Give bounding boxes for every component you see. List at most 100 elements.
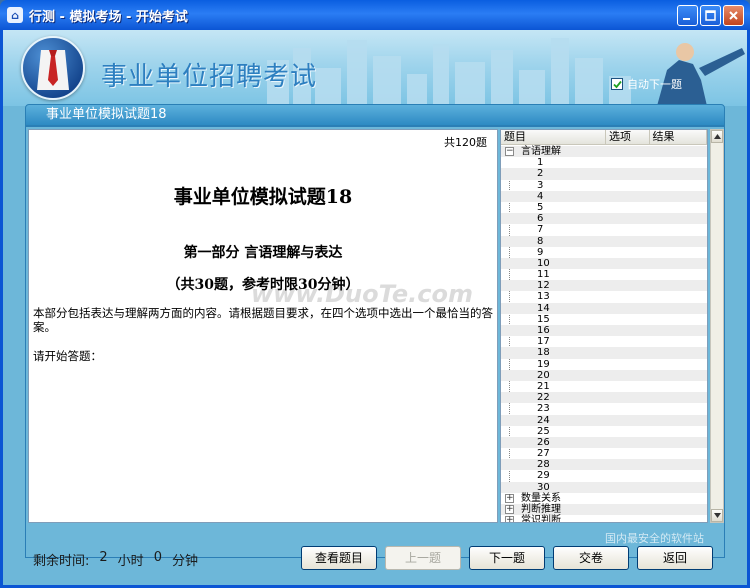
instructions-text: 本部分包括表达与理解两方面的内容。请根据题目要求，在四个选项中选出一个最恰当的答… bbox=[33, 306, 493, 334]
tree-section[interactable]: + 常识判断 bbox=[501, 515, 707, 523]
tree-section[interactable]: + 判断推理 bbox=[501, 504, 707, 516]
expand-icon[interactable]: + bbox=[505, 516, 514, 522]
scroll-down-button[interactable] bbox=[711, 509, 723, 522]
tree-item[interactable]: 13 bbox=[501, 291, 707, 302]
tree-item[interactable]: 14 bbox=[501, 302, 707, 314]
tree-item[interactable]: 11 bbox=[501, 269, 707, 280]
app-logo bbox=[21, 36, 85, 100]
tree-item[interactable]: 22 bbox=[501, 392, 707, 404]
panel-title: 事业单位模拟试题18 bbox=[25, 104, 725, 126]
tree-item[interactable]: 8 bbox=[501, 235, 707, 247]
column-header-result[interactable]: 结果 bbox=[650, 130, 707, 144]
title-bar[interactable]: ⌂ 行测 - 模拟考场 - 开始考试 bbox=[0, 0, 750, 30]
tree-item[interactable]: 26 bbox=[501, 436, 707, 449]
tree-section[interactable]: + 数量关系 bbox=[501, 493, 707, 504]
tree-item-number: 2 bbox=[537, 168, 544, 180]
tree-item-number: 21 bbox=[537, 380, 550, 392]
corner-watermark: 国内最安全的软件站 bbox=[605, 532, 704, 545]
part-title: 第一部分 言语理解与表达 bbox=[183, 245, 343, 261]
tree-section[interactable]: − 言语理解 bbox=[501, 146, 707, 158]
maximize-button[interactable] bbox=[700, 5, 721, 26]
tree-item-number: 8 bbox=[537, 235, 544, 247]
submit-exam-button[interactable]: 交卷 bbox=[553, 546, 629, 570]
tree-item[interactable]: 2 bbox=[501, 168, 707, 180]
column-header-option[interactable]: 选项 bbox=[606, 130, 650, 144]
timer-minutes: 0 bbox=[153, 550, 162, 565]
back-button[interactable]: 返回 bbox=[637, 546, 713, 570]
auto-next-checkbox[interactable] bbox=[611, 78, 623, 90]
prev-question-button[interactable]: 上一题 bbox=[385, 546, 461, 570]
tree-header: 题目 选项 结果 bbox=[501, 130, 707, 145]
expand-icon[interactable]: + bbox=[505, 505, 514, 514]
question-area: 共120题 事业单位模拟试题18 第一部分 言语理解与表达 www.DuoTe.… bbox=[28, 129, 498, 523]
tree-item[interactable]: 3 bbox=[501, 180, 707, 191]
checkmark-icon bbox=[612, 80, 622, 88]
tree-item[interactable]: 15 bbox=[501, 314, 707, 325]
timer-label: 剩余时间: bbox=[33, 554, 90, 569]
tree-item[interactable]: 1 bbox=[501, 157, 707, 168]
tree-item-number: 14 bbox=[537, 302, 550, 314]
collapse-icon[interactable]: − bbox=[505, 147, 514, 156]
tree-item-number: 6 bbox=[537, 213, 544, 225]
tree-item-number: 11 bbox=[537, 269, 550, 281]
tree-item-number: 1 bbox=[537, 157, 544, 169]
tree-item-number: 4 bbox=[537, 190, 544, 202]
column-header-question[interactable]: 题目 bbox=[501, 130, 606, 144]
maximize-icon bbox=[705, 10, 716, 21]
tree-item[interactable]: 24 bbox=[501, 414, 707, 426]
tree-item-number: 23 bbox=[537, 403, 550, 415]
tree-item-number: 5 bbox=[537, 201, 544, 213]
exam-panel: 共120题 事业单位模拟试题18 第一部分 言语理解与表达 www.DuoTe.… bbox=[25, 126, 725, 558]
timer-minutes-unit: 分钟 bbox=[171, 554, 198, 569]
tree-section-label: 数量关系 bbox=[521, 492, 561, 504]
tree-item[interactable]: 12 bbox=[501, 280, 707, 292]
next-question-button[interactable]: 下一题 bbox=[469, 546, 545, 570]
header-banner: 事业单位招聘考试 自动下一题 bbox=[3, 30, 747, 106]
tree-item-number: 12 bbox=[537, 280, 550, 292]
tree-item[interactable]: 30 bbox=[501, 481, 707, 493]
tree-item[interactable]: 18 bbox=[501, 347, 707, 359]
exam-title: 事业单位模拟试题18 bbox=[173, 186, 353, 208]
tree-section-label: 常识判断 bbox=[521, 515, 561, 523]
tree-item[interactable]: 20 bbox=[501, 369, 707, 381]
auto-next-toggle[interactable]: 自动下一题 bbox=[611, 76, 682, 92]
arrow-up-icon bbox=[713, 134, 721, 139]
tree-item[interactable]: 4 bbox=[501, 190, 707, 202]
tree-section-label: 言语理解 bbox=[521, 146, 561, 157]
tree-item[interactable]: 27 bbox=[501, 448, 707, 459]
tree-item-number: 30 bbox=[537, 481, 550, 493]
tree-item-number: 7 bbox=[537, 224, 544, 236]
tree-item-number: 10 bbox=[537, 257, 550, 269]
tree-item[interactable]: 16 bbox=[501, 325, 707, 337]
close-button[interactable] bbox=[723, 5, 744, 26]
tree-item-number: 26 bbox=[537, 436, 550, 448]
tree-item[interactable]: 9 bbox=[501, 247, 707, 258]
close-icon bbox=[729, 11, 738, 20]
tree-item-number: 24 bbox=[537, 414, 550, 426]
question-tree[interactable]: 题目 选项 结果 − 言语理解 1 2 3 4 5 6 7 8 9 10 11 12 13 14 15 16 17 1… bbox=[500, 129, 708, 523]
minimize-button[interactable] bbox=[677, 5, 698, 26]
tree-item[interactable]: 10 bbox=[501, 257, 707, 270]
tree-scrollbar[interactable] bbox=[710, 129, 724, 523]
view-questions-button[interactable]: 查看题目 bbox=[301, 546, 377, 570]
tree-item-number: 3 bbox=[537, 179, 544, 191]
timer-hours-unit: 小时 bbox=[117, 554, 144, 569]
tree-item[interactable]: 6 bbox=[501, 213, 707, 225]
tree-item-number: 27 bbox=[537, 448, 550, 460]
tree-item[interactable]: 29 bbox=[501, 470, 707, 481]
scroll-up-button[interactable] bbox=[711, 130, 723, 143]
tree-item[interactable]: 7 bbox=[501, 224, 707, 235]
tree-item[interactable]: 23 bbox=[501, 403, 707, 414]
tree-item[interactable]: 17 bbox=[501, 336, 707, 347]
tree-item[interactable]: 19 bbox=[501, 359, 707, 370]
tree-item-number: 22 bbox=[537, 392, 550, 404]
tree-rows: − 言语理解 1 2 3 4 5 6 7 8 9 10 11 12 13 14 15 16 17 18 19 20 21 22… bbox=[501, 146, 707, 523]
tree-item[interactable]: 28 bbox=[501, 459, 707, 471]
expand-icon[interactable]: + bbox=[505, 493, 514, 503]
tree-item[interactable]: 25 bbox=[501, 426, 707, 437]
tree-item[interactable]: 21 bbox=[501, 381, 707, 392]
tree-item-number: 20 bbox=[537, 369, 550, 381]
tree-item[interactable]: 5 bbox=[501, 202, 707, 213]
tree-item-number: 19 bbox=[537, 358, 550, 370]
tree-item-number: 18 bbox=[537, 347, 550, 359]
